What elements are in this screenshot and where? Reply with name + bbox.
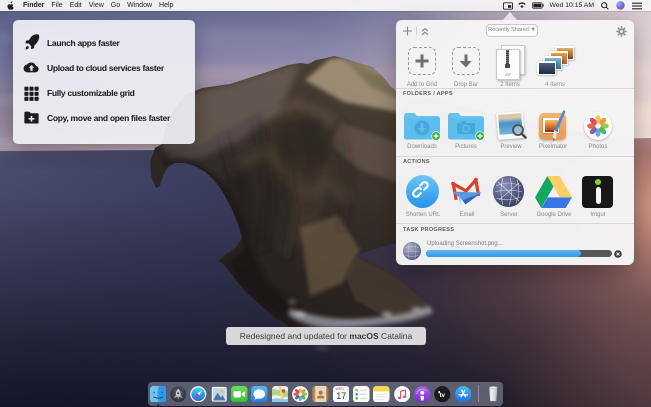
svg-text:17: 17: [336, 391, 346, 401]
svg-text:tv: tv: [440, 392, 446, 399]
